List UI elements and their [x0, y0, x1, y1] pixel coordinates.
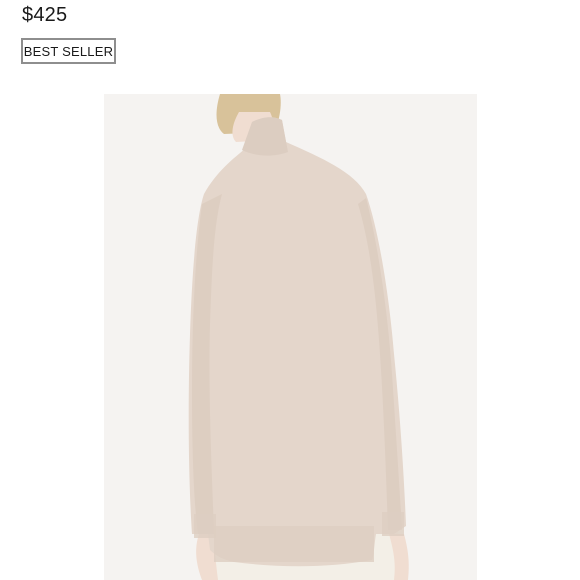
sweater-hem — [214, 526, 374, 562]
product-listing: $425 BEST SELLER — [0, 0, 580, 580]
left-cuff — [194, 514, 216, 538]
best-seller-badge: BEST SELLER — [21, 38, 116, 64]
product-image[interactable] — [104, 94, 477, 580]
product-price: $425 — [22, 4, 68, 26]
sweater-photo — [104, 94, 477, 580]
right-cuff — [382, 512, 404, 536]
